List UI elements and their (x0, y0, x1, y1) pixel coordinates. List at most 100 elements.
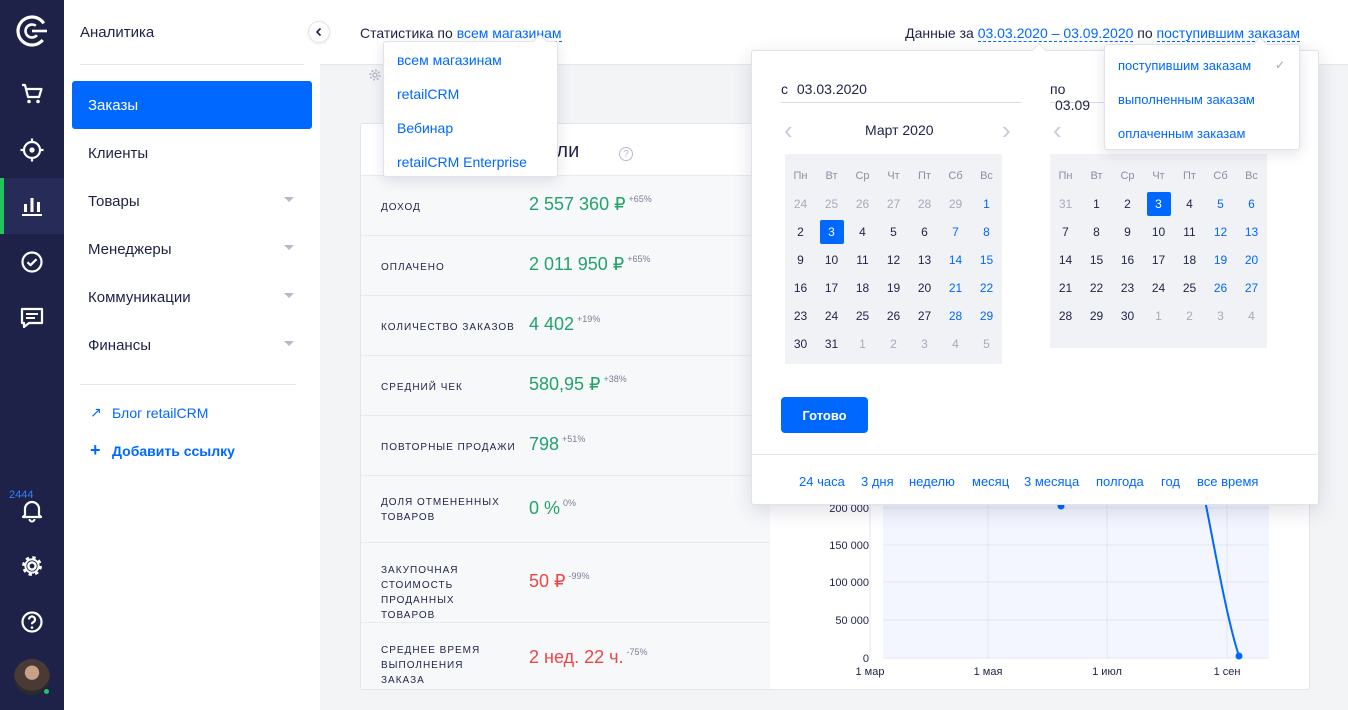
calendar-day[interactable]: 10 (816, 246, 847, 274)
sidebar-item-clients[interactable]: Клиенты (72, 129, 312, 177)
calendar-day[interactable]: 21 (940, 274, 971, 302)
calendar-day[interactable]: 6 (909, 218, 940, 246)
calendar-day[interactable]: 24 (1143, 274, 1174, 302)
calendar-day[interactable]: 25 (1174, 274, 1205, 302)
calendar-day[interactable]: 13 (1236, 218, 1267, 246)
calendar-day[interactable]: 1 (1143, 302, 1174, 330)
calendar-day[interactable]: 31 (816, 330, 847, 358)
date-to-field[interactable]: по 03.09 (1050, 81, 1108, 113)
order-type-option-received[interactable]: поступившим заказам (1118, 58, 1251, 73)
calendar-day[interactable]: 17 (1143, 246, 1174, 274)
calendar-day[interactable]: 2 (1174, 302, 1205, 330)
calendar-day[interactable]: 26 (878, 302, 909, 330)
preset-3months[interactable]: 3 месяца (1024, 474, 1079, 489)
calendar-day[interactable]: 8 (971, 218, 1002, 246)
chat-icon[interactable] (0, 290, 64, 346)
calendar-day[interactable]: 22 (1081, 274, 1112, 302)
calendar-day[interactable]: 23 (785, 302, 816, 330)
calendar-day[interactable]: 18 (847, 274, 878, 302)
calendar-day[interactable]: 27 (909, 302, 940, 330)
question-icon[interactable]: ? (619, 147, 633, 161)
preset-24h[interactable]: 24 часа (799, 474, 845, 489)
sidebar-item-communications[interactable]: Коммуникации (72, 273, 312, 321)
preset-month[interactable]: месяц (972, 474, 1009, 489)
store-option[interactable]: Вебинар (397, 120, 453, 136)
calendar-day[interactable]: 9 (1112, 218, 1143, 246)
chart-point[interactable] (1235, 652, 1243, 660)
calendar-day[interactable]: 26 (847, 190, 878, 218)
calendar-day[interactable]: 10 (1143, 218, 1174, 246)
calendar-day[interactable]: 12 (878, 246, 909, 274)
user-avatar[interactable] (14, 659, 51, 696)
preset-year[interactable]: год (1161, 474, 1180, 489)
cart-icon[interactable] (0, 66, 64, 122)
calendar-day[interactable]: 27 (878, 190, 909, 218)
calendar-day[interactable]: 2 (878, 330, 909, 358)
calendar-day[interactable]: 15 (971, 246, 1002, 274)
calendar-day[interactable]: 29 (971, 302, 1002, 330)
calendar-day[interactable]: 29 (940, 190, 971, 218)
retailcrm-logo-icon[interactable] (13, 12, 51, 50)
calendar-day[interactable]: 29 (1081, 302, 1112, 330)
store-option[interactable]: retailCRM Enterprise (397, 154, 527, 170)
calendar-day[interactable]: 14 (940, 246, 971, 274)
order-type-option-paid[interactable]: оплаченным заказам (1118, 126, 1245, 141)
calendar-day[interactable]: 15 (1081, 246, 1112, 274)
calendar-day[interactable]: 5 (878, 218, 909, 246)
calendar-day[interactable]: 17 (816, 274, 847, 302)
calendar-day[interactable]: 4 (847, 218, 878, 246)
store-option[interactable]: retailCRM (397, 86, 459, 102)
settings-gear-icon[interactable] (0, 538, 64, 594)
collapse-sidebar-button[interactable] (308, 21, 330, 43)
calendar-day[interactable]: 28 (940, 302, 971, 330)
calendar-day[interactable]: 30 (1112, 302, 1143, 330)
calendar-day[interactable]: 16 (785, 274, 816, 302)
calendar-day[interactable]: 4 (1174, 190, 1205, 218)
calendar-day[interactable]: 18 (1174, 246, 1205, 274)
calendar-day[interactable]: 13 (909, 246, 940, 274)
order-type-link[interactable]: поступившим заказам (1156, 25, 1300, 42)
calendar-day[interactable]: 28 (909, 190, 940, 218)
preset-halfyear[interactable]: полгода (1096, 474, 1144, 489)
help-icon[interactable] (0, 594, 64, 650)
calendar-day[interactable]: 31 (1050, 190, 1081, 218)
calendar-day[interactable]: 6 (1236, 190, 1267, 218)
calendar-day[interactable]: 14 (1050, 246, 1081, 274)
next-month-icon[interactable]: › (1002, 117, 1011, 143)
calendar-day[interactable]: 26 (1205, 274, 1236, 302)
date-range-link[interactable]: 03.03.2020 – 03.09.2020 (977, 25, 1134, 42)
calendar-day[interactable]: 7 (1050, 218, 1081, 246)
preset-all-time[interactable]: все время (1197, 474, 1258, 489)
sidebar-item-products[interactable]: Товары (72, 177, 312, 225)
store-option[interactable]: всем магазинам (397, 52, 502, 68)
calendar-day[interactable]: 11 (1174, 218, 1205, 246)
calendar-day[interactable]: 4 (940, 330, 971, 358)
calendar-day[interactable]: 20 (909, 274, 940, 302)
widget-settings-icon[interactable] (368, 68, 382, 82)
order-type-option-completed[interactable]: выполненным заказам (1118, 92, 1255, 107)
calendar-day[interactable]: 5 (1205, 190, 1236, 218)
add-link-button[interactable]: + Добавить ссылку (90, 440, 235, 461)
preset-3days[interactable]: 3 дня (861, 474, 894, 489)
tasks-check-icon[interactable] (0, 234, 64, 290)
sidebar-item-finance[interactable]: Финансы (72, 321, 312, 369)
calendar-day[interactable]: 25 (847, 302, 878, 330)
calendar-day[interactable]: 20 (1236, 246, 1267, 274)
calendar-day[interactable]: 24 (785, 190, 816, 218)
calendar-day[interactable]: 3 (816, 218, 847, 246)
calendar-day[interactable]: 12 (1205, 218, 1236, 246)
preset-week[interactable]: неделю (909, 474, 955, 489)
calendar-day[interactable]: 1 (1081, 190, 1112, 218)
calendar-day[interactable]: 7 (940, 218, 971, 246)
calendar-day[interactable]: 19 (1205, 246, 1236, 274)
calendar-day[interactable]: 16 (1112, 246, 1143, 274)
calendar-day[interactable]: 24 (816, 302, 847, 330)
date-from-field[interactable]: с 03.03.2020 (781, 81, 1021, 103)
calendar-day[interactable]: 1 (971, 190, 1002, 218)
calendar-day[interactable]: 27 (1236, 274, 1267, 302)
calendar-day[interactable]: 2 (1112, 190, 1143, 218)
calendar-day[interactable]: 1 (847, 330, 878, 358)
calendar-day[interactable]: 22 (971, 274, 1002, 302)
calendar-day[interactable]: 3 (1205, 302, 1236, 330)
calendar-day[interactable]: 2 (785, 218, 816, 246)
